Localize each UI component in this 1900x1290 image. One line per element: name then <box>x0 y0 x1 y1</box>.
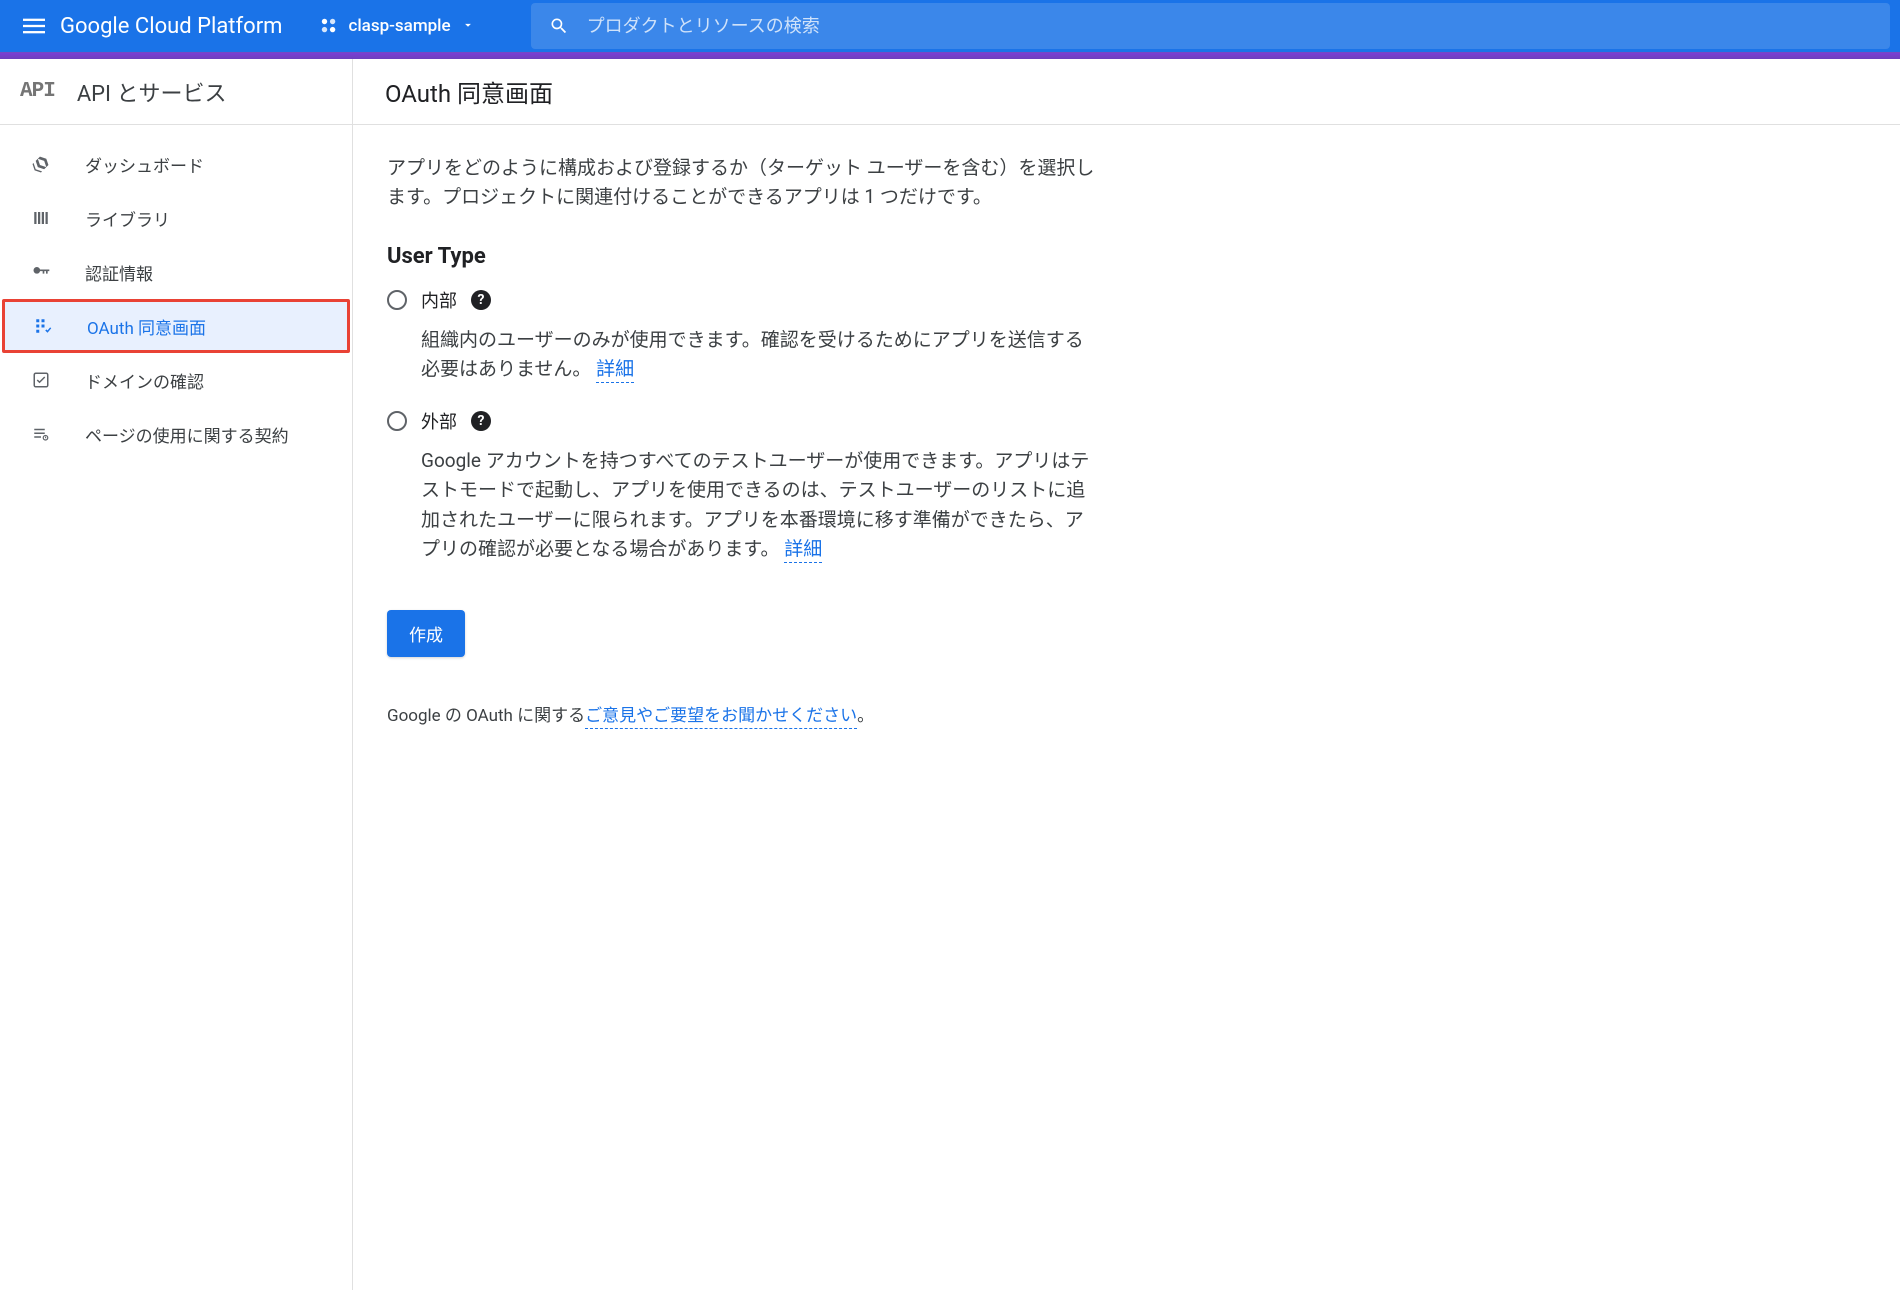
project-name: clasp-sample <box>348 16 450 36</box>
internal-description: 組織内のユーザーのみが使用できます。確認を受けるためにアプリを送信する必要はあり… <box>421 325 1099 384</box>
help-icon[interactable]: ? <box>471 290 491 310</box>
sidebar-title: API とサービス <box>77 76 227 108</box>
radio-external-label: 外部 <box>421 408 457 434</box>
project-selector[interactable]: clasp-sample <box>312 10 482 42</box>
help-icon[interactable]: ? <box>471 411 491 431</box>
sidebar-item-label: ライブラリ <box>85 206 170 231</box>
sidebar-item-oauth-consent[interactable]: OAuth 同意画面 <box>2 299 350 353</box>
sidebar-item-label: OAuth 同意画面 <box>87 314 206 339</box>
external-description: Google アカウントを持つすべてのテストユーザーが使用できます。アプリはテス… <box>421 446 1099 564</box>
hamburger-menu-button[interactable] <box>10 2 58 50</box>
agreement-icon <box>31 425 51 443</box>
hamburger-icon <box>23 15 45 37</box>
radio-internal[interactable] <box>387 290 407 310</box>
platform-name: Google Cloud Platform <box>60 14 282 39</box>
feedback-line: Google の OAuth に関するご意見やご要望をお聞かせください。 <box>387 701 1099 726</box>
feedback-link[interactable]: ご意見やご要望をお聞かせください <box>585 706 857 729</box>
sidebar-item-label: ドメインの確認 <box>85 368 204 393</box>
page-title: OAuth 同意画面 <box>385 74 553 109</box>
sidebar-header: API API とサービス <box>0 59 352 125</box>
sidebar-item-credentials[interactable]: 認証情報 <box>0 245 352 299</box>
sidebar-item-label: ページの使用に関する契約 <box>85 422 289 447</box>
chevron-down-icon <box>461 17 475 36</box>
sidebar-item-dashboard[interactable]: ダッシュボード <box>0 137 352 191</box>
key-icon <box>31 262 51 282</box>
accent-strip <box>0 52 1900 59</box>
search-input[interactable] <box>587 16 1890 37</box>
user-type-option-external: 外部 ? Google アカウントを持つすべてのテストユーザーが使用できます。ア… <box>387 408 1099 564</box>
checkbox-icon <box>31 371 51 389</box>
project-icon <box>320 17 338 35</box>
main-body: アプリをどのように構成および登録するか（ターゲット ユーザーを含む）を選択します… <box>353 125 1133 754</box>
main-content: OAuth 同意画面 アプリをどのように構成および登録するか（ターゲット ユーザ… <box>353 59 1900 1290</box>
external-desc-text: Google アカウントを持つすべてのテストユーザーが使用できます。アプリはテス… <box>421 449 1089 560</box>
sidebar-item-library[interactable]: ライブラリ <box>0 191 352 245</box>
sidebar: API API とサービス ダッシュボード ライブラリ 認証情報 <box>0 59 353 1290</box>
radio-internal-label: 内部 <box>421 287 457 313</box>
dashboard-icon <box>31 155 51 173</box>
sidebar-nav: ダッシュボード ライブラリ 認証情報 OAuth 同意画面 <box>0 125 352 461</box>
internal-details-link[interactable]: 詳細 <box>596 357 634 383</box>
main-header: OAuth 同意画面 <box>353 59 1900 125</box>
intro-text: アプリをどのように構成および登録するか（ターゲット ユーザーを含む）を選択します… <box>387 153 1099 212</box>
user-type-option-internal: 内部 ? 組織内のユーザーのみが使用できます。確認を受けるためにアプリを送信する… <box>387 287 1099 384</box>
sidebar-item-page-usage-agreement[interactable]: ページの使用に関する契約 <box>0 407 352 461</box>
create-button[interactable]: 作成 <box>387 610 465 657</box>
user-type-heading: User Type <box>387 244 1099 269</box>
search-bar[interactable] <box>531 3 1890 49</box>
feedback-prefix: Google の OAuth に関する <box>387 706 585 726</box>
library-icon <box>31 209 51 227</box>
external-details-link[interactable]: 詳細 <box>784 537 822 563</box>
sidebar-item-domain-verification[interactable]: ドメインの確認 <box>0 353 352 407</box>
consent-icon <box>33 317 53 335</box>
sidebar-item-label: 認証情報 <box>85 260 153 285</box>
sidebar-item-label: ダッシュボード <box>85 152 204 177</box>
internal-desc-text: 組織内のユーザーのみが使用できます。確認を受けるためにアプリを送信する必要はあり… <box>421 328 1084 380</box>
platform-logo[interactable]: Google Cloud Platform <box>60 14 282 39</box>
top-header: Google Cloud Platform clasp-sample <box>0 0 1900 52</box>
search-icon <box>531 16 587 36</box>
api-logo: API <box>20 80 55 103</box>
feedback-suffix: 。 <box>857 706 874 726</box>
radio-external[interactable] <box>387 411 407 431</box>
